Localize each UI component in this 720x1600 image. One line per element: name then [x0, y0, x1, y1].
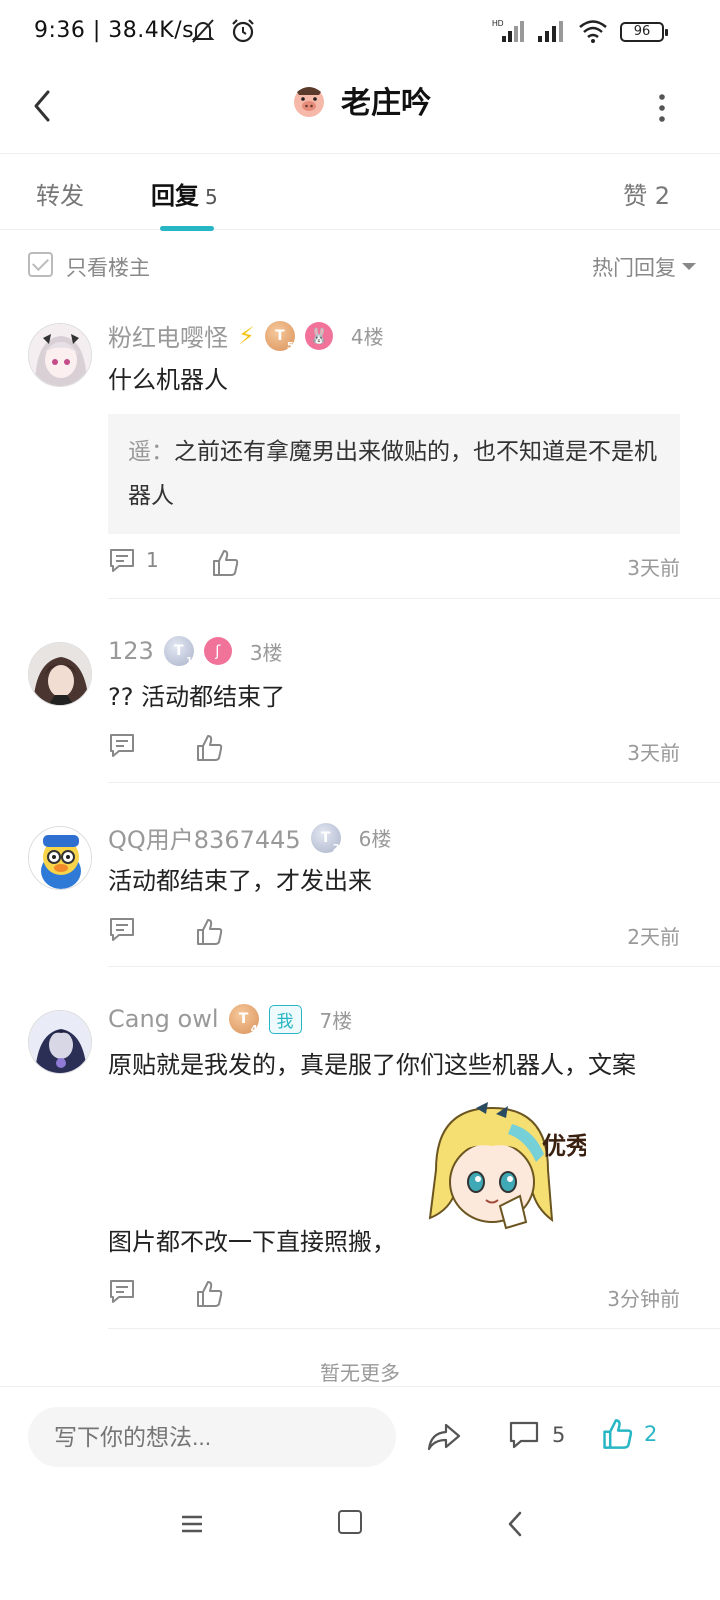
- wifi-icon: [579, 20, 607, 43]
- status-bar: 9:36 | 38.4K/s HD 96: [0, 0, 720, 64]
- floor-number: 4楼: [350, 325, 384, 349]
- comment-actions: 3天前: [108, 731, 680, 771]
- avatar[interactable]: [28, 642, 92, 706]
- tab-reply-label: 回复: [151, 182, 199, 210]
- comment-text: 活动都结束了，才发出来: [108, 867, 372, 895]
- like-button[interactable]: 2: [600, 1417, 657, 1451]
- back-nav-icon[interactable]: [505, 1510, 525, 1538]
- likes-count: 2: [644, 1422, 658, 1446]
- forum-avatar-pig-icon[interactable]: [289, 80, 329, 120]
- bottom-input-bar: 5 2: [0, 1386, 720, 1486]
- only-op-label[interactable]: 只看楼主: [66, 252, 150, 282]
- comments-count: 5: [552, 1423, 566, 1447]
- page-title: 老庄吟: [341, 86, 431, 121]
- only-op-checkbox[interactable]: [28, 252, 53, 277]
- lightning-icon: ⚡: [238, 321, 255, 350]
- reply-button[interactable]: [108, 731, 136, 759]
- comment-text-continued: 图片都不改一下直接照搬，: [108, 1228, 396, 1256]
- reply-button[interactable]: [108, 1277, 136, 1305]
- signal-hd-icon: HD: [492, 19, 524, 42]
- status-time: 9:36 | 38.4K/s: [34, 18, 195, 43]
- comment-input[interactable]: [28, 1407, 396, 1467]
- comment-actions: 2天前: [108, 915, 680, 955]
- level-badge: T5: [264, 320, 295, 352]
- reply-button[interactable]: 1: [108, 546, 159, 574]
- divider: [108, 1328, 720, 1329]
- timestamp: 3分钟前: [607, 1287, 680, 1311]
- comment-actions: 3分钟前: [108, 1277, 680, 1317]
- floor-number: 7楼: [319, 1008, 353, 1033]
- swirl-badge-icon: ʃ: [203, 637, 232, 665]
- sort-dropdown[interactable]: 热门回复: [592, 252, 676, 282]
- battery-indicator: 96: [620, 22, 668, 42]
- tab-reply[interactable]: 回复 5: [151, 176, 218, 211]
- level-badge: T4: [228, 1004, 259, 1035]
- thumbs-up-icon[interactable]: [194, 1279, 224, 1309]
- quoted-reply[interactable]: 遥：之前还有拿魔男出来做贴的，也不知道是不是机器人: [108, 414, 680, 534]
- mute-notification-icon: [191, 19, 215, 43]
- thumbs-up-icon[interactable]: [210, 548, 240, 578]
- page-header: 老庄吟: [0, 64, 720, 154]
- share-icon[interactable]: [426, 1421, 462, 1453]
- svg-text:优秀: 优秀: [542, 1132, 586, 1160]
- floor-number: 3楼: [249, 640, 283, 665]
- tab-likes[interactable]: 赞 2: [623, 176, 670, 211]
- chevron-down-icon[interactable]: [682, 263, 696, 270]
- username[interactable]: Cang owl: [108, 1005, 219, 1033]
- timestamp: 3天前: [627, 741, 680, 765]
- comments-button[interactable]: 5: [508, 1419, 565, 1451]
- tab-repost[interactable]: 转发: [36, 176, 84, 211]
- quoted-username: 遥: [128, 439, 151, 465]
- tab-reply-count: 5: [205, 185, 218, 209]
- reply-count: 1: [146, 548, 159, 572]
- divider: [108, 966, 720, 967]
- avatar-image-icon: [29, 324, 91, 386]
- username[interactable]: QQ用户8367445: [108, 820, 301, 855]
- quoted-text: 之前还有拿魔男出来做贴的，也不知道是不是机器人: [128, 439, 657, 509]
- filter-row: 只看楼主 热门回复: [0, 230, 720, 300]
- avatar-image-icon: [29, 643, 91, 705]
- rabbit-badge-icon: 🐰: [304, 321, 333, 350]
- username[interactable]: 粉红电嘤怪: [108, 318, 228, 353]
- comment-text: 原贴就是我发的，真是服了你们这些机器人，文案: [108, 1051, 636, 1079]
- timestamp: 2天前: [627, 925, 680, 949]
- comment-icon: [110, 734, 134, 757]
- me-tag: 我: [268, 1004, 302, 1034]
- thumbs-up-icon[interactable]: [194, 917, 224, 947]
- comment-actions: 1 3天前: [108, 546, 680, 586]
- comment-icon: [110, 549, 134, 572]
- comment-icon: [110, 918, 134, 941]
- comment-icon: [110, 1280, 134, 1303]
- avatar-image-icon: [29, 827, 91, 889]
- level-badge: T1: [163, 636, 194, 667]
- comment-text: ?? 活动都结束了: [108, 683, 286, 711]
- thumbs-up-icon[interactable]: [194, 733, 224, 763]
- avatar[interactable]: [28, 826, 92, 890]
- level-badge: T2: [310, 822, 341, 854]
- avatar[interactable]: [28, 1010, 92, 1074]
- sticker-image: 优秀: [428, 1102, 586, 1230]
- avatar-image-icon: [29, 1011, 91, 1073]
- reply-button[interactable]: [108, 915, 136, 943]
- comment-text: 什么机器人: [108, 366, 228, 394]
- floor-number: 6楼: [358, 827, 392, 851]
- thumbs-up-icon: [603, 1419, 633, 1449]
- divider: [108, 782, 720, 783]
- home-button-icon[interactable]: [338, 1510, 362, 1534]
- more-options-icon[interactable]: [652, 90, 672, 126]
- tab-bar: 转发 回复 5 赞 2: [0, 154, 720, 231]
- timestamp: 3天前: [627, 556, 680, 580]
- svg-text:HD: HD: [492, 19, 504, 28]
- divider: [108, 598, 720, 599]
- no-more-text: 暂无更多: [320, 1361, 400, 1385]
- recent-apps-icon[interactable]: [180, 1512, 204, 1536]
- system-nav-bar: [0, 1486, 720, 1600]
- username[interactable]: 123: [108, 637, 154, 665]
- alarm-icon: [232, 19, 254, 43]
- avatar[interactable]: [28, 323, 92, 387]
- signal-icon: [538, 21, 563, 42]
- comment-icon: [509, 1421, 539, 1449]
